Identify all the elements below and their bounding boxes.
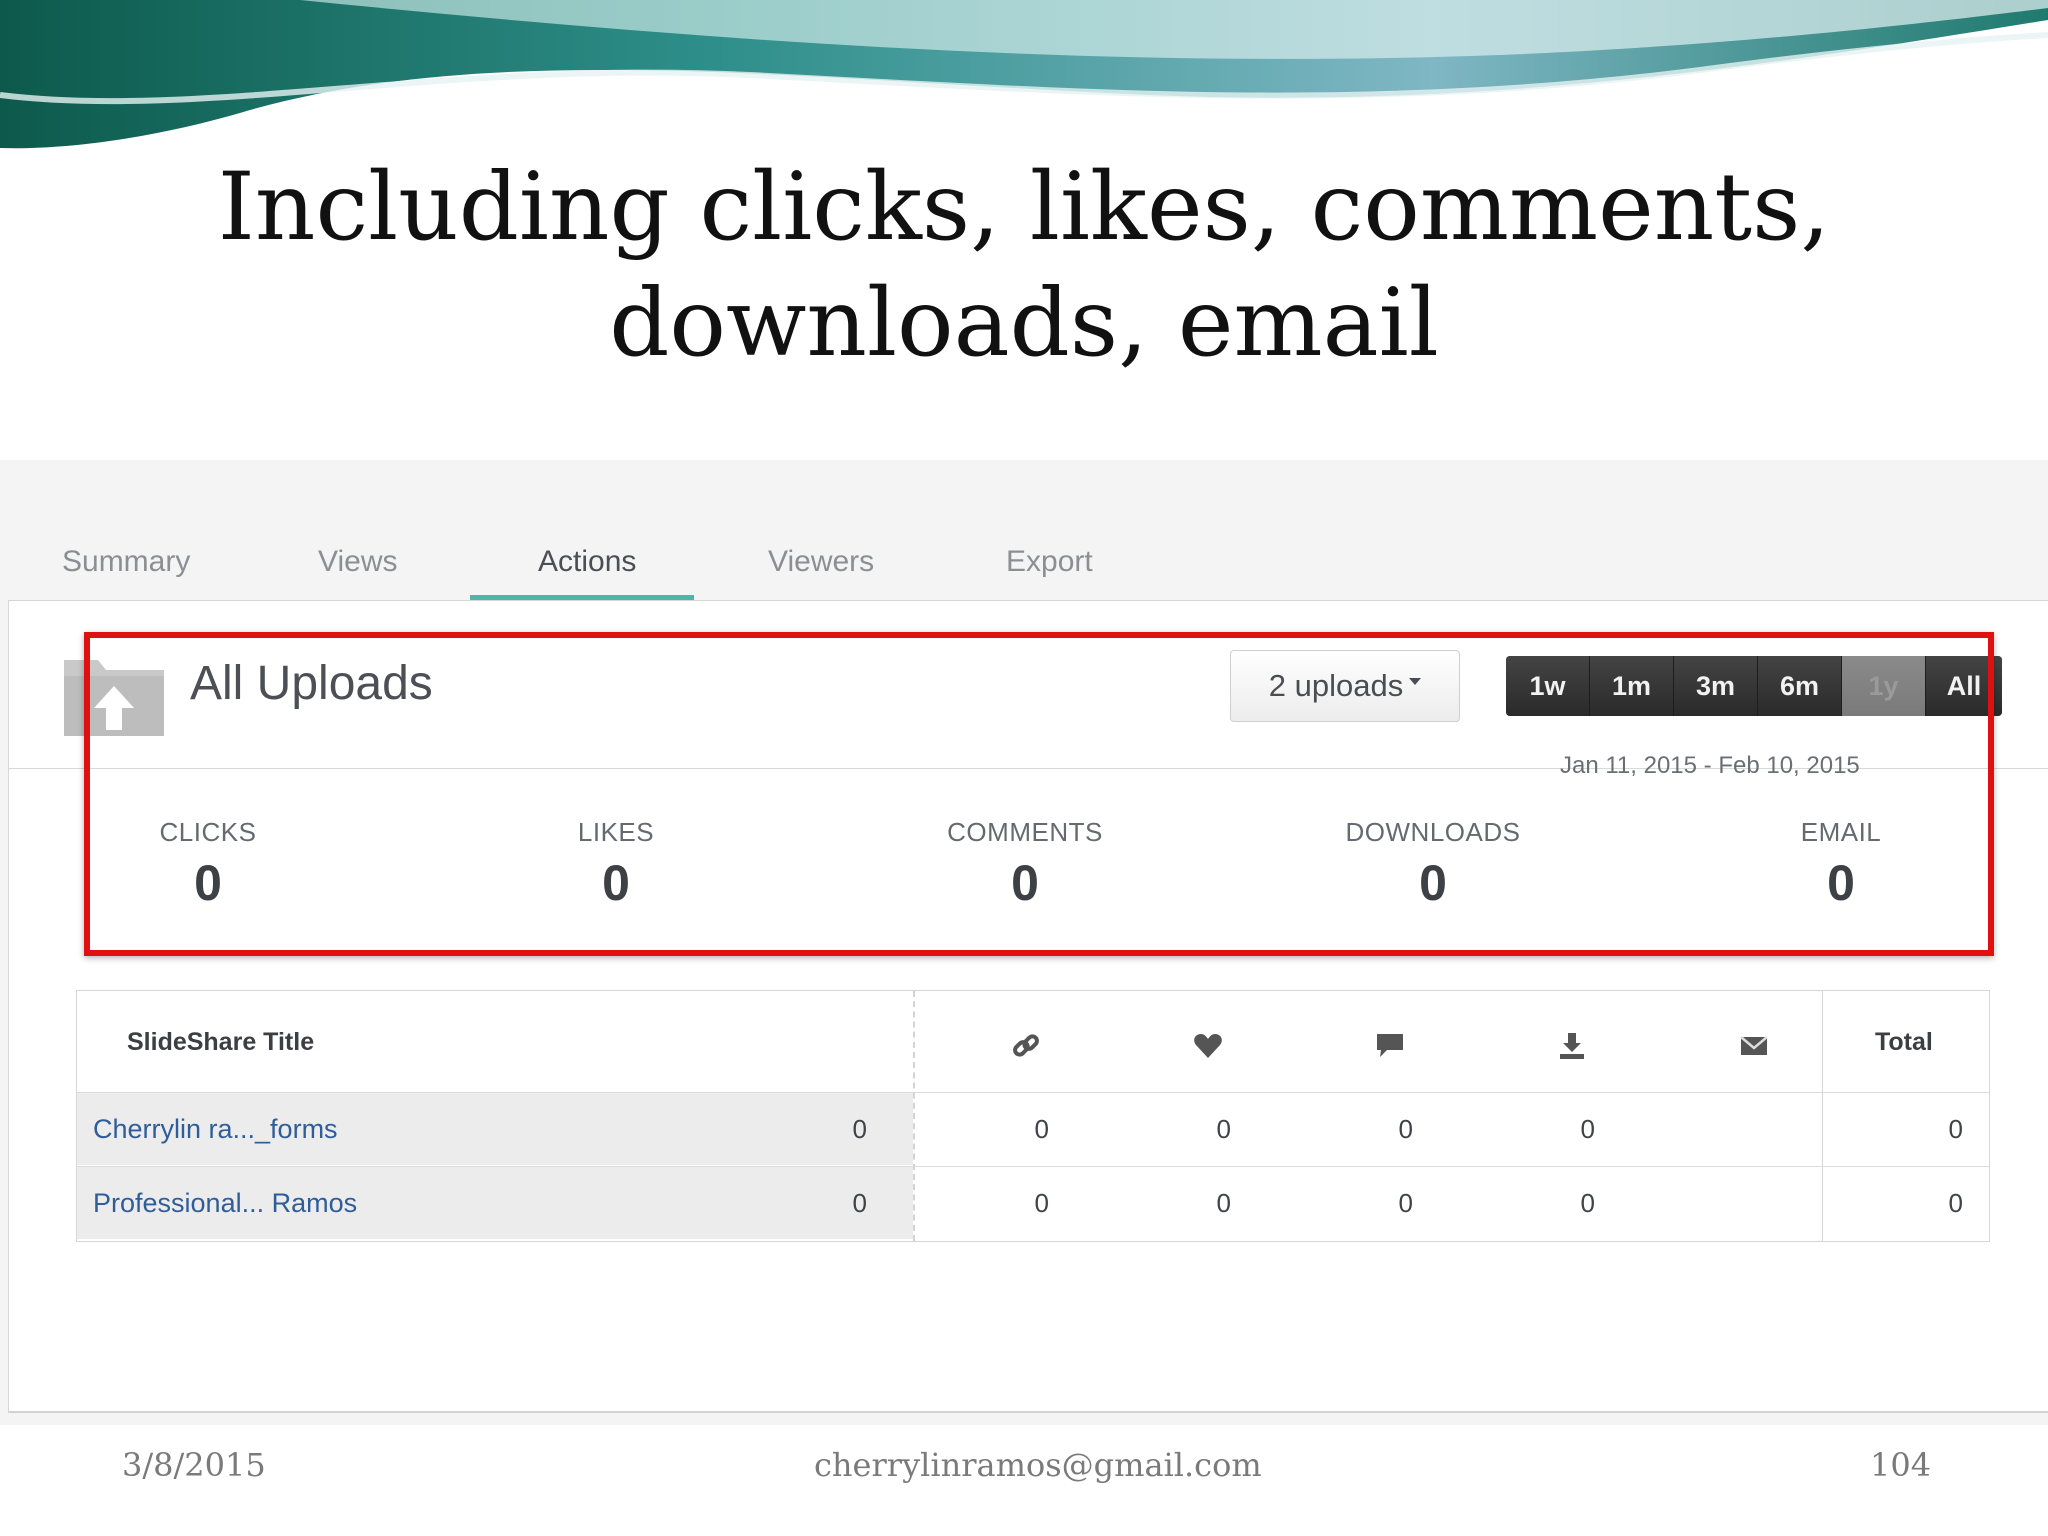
- footer-email: cherrylinramos@gmail.com: [814, 1446, 1262, 1484]
- slide-title-line-1: Including clicks, likes, comments,: [217, 153, 1831, 262]
- slide-title-line-2: downloads, email: [609, 269, 1439, 378]
- comments-cell: 0: [1216, 1113, 1231, 1144]
- wave-banner-decoration: [0, 0, 2048, 149]
- tab-actions[interactable]: Actions: [538, 545, 636, 579]
- footer-date: 3/8/2015: [122, 1446, 266, 1484]
- upload-title-link[interactable]: Cherrylin ra..._forms: [77, 1093, 913, 1165]
- email-icon[interactable]: [1739, 1031, 1769, 1061]
- likes-cell: 0: [1034, 1187, 1049, 1218]
- total-cell: 0: [1948, 1113, 1963, 1144]
- clicks-cell: 0: [852, 1113, 867, 1144]
- highlight-box: [84, 632, 1994, 956]
- comment-icon[interactable]: [1375, 1031, 1405, 1061]
- clicks-cell: 0: [852, 1187, 867, 1218]
- uploads-table: SlideShare Title Total Cherrylin ra..._f…: [76, 990, 1990, 1242]
- email-cell: 0: [1580, 1187, 1595, 1218]
- tab-export[interactable]: Export: [1006, 545, 1093, 579]
- likes-cell: 0: [1034, 1113, 1049, 1144]
- tab-summary[interactable]: Summary: [62, 545, 190, 579]
- upload-title-link[interactable]: Professional... Ramos: [77, 1167, 913, 1239]
- tab-viewers[interactable]: Viewers: [768, 545, 874, 579]
- table-row: Cherrylin ra..._forms 0 0 0 0 0 0: [77, 1092, 1989, 1165]
- tab-views[interactable]: Views: [318, 545, 397, 579]
- link-icon[interactable]: [1011, 1031, 1041, 1061]
- heart-icon[interactable]: [1193, 1031, 1223, 1061]
- downloads-cell: 0: [1398, 1113, 1413, 1144]
- table-row: Professional... Ramos 0 0 0 0 0 0: [77, 1166, 1989, 1239]
- comments-cell: 0: [1216, 1187, 1231, 1218]
- downloads-cell: 0: [1398, 1187, 1413, 1218]
- footer-page-number: 104: [1870, 1446, 1932, 1484]
- email-cell: 0: [1580, 1113, 1595, 1144]
- column-divider: [913, 991, 915, 1241]
- slide-title: Including clicks, likes, comments, downl…: [0, 150, 2048, 382]
- total-column-header[interactable]: Total: [1875, 991, 1933, 1093]
- total-cell: 0: [1948, 1187, 1963, 1218]
- title-column-header[interactable]: SlideShare Title: [127, 991, 314, 1093]
- download-icon[interactable]: [1557, 1031, 1587, 1061]
- column-divider: [1822, 991, 1823, 1241]
